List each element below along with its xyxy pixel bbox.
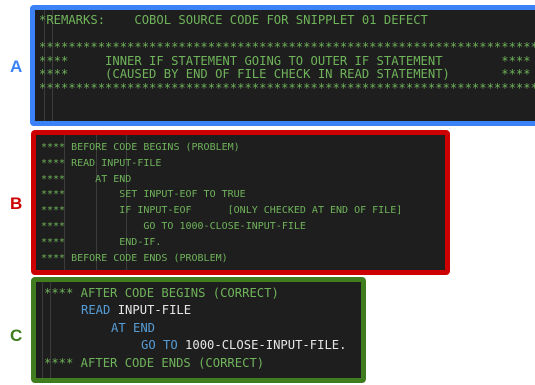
code-line: **** BEFORE CODE BEGINS (PROBLEM) xyxy=(41,142,240,153)
code-line: **** INNER IF STATEMENT GOING TO OUTER I… xyxy=(39,53,531,68)
panel-label-a: A xyxy=(10,57,23,76)
code-line: AT END xyxy=(111,320,156,335)
code-panel-a: *REMARKS: COBOL SOURCE CODE FOR SNIPPLET… xyxy=(35,10,535,121)
code-line: **** AFTER CODE ENDS (CORRECT) xyxy=(44,355,265,370)
panel-label-c: C xyxy=(10,326,23,345)
code-line: GO TO 1000-CLOSE-INPUT-FILE. xyxy=(40,337,361,354)
code-line: **** GO TO 1000-CLOSE-INPUT-FILE xyxy=(41,220,306,232)
code-line: **** SET INPUT-EOF TO TRUE xyxy=(41,189,246,201)
code-line: **** AFTER CODE BEGINS (CORRECT) xyxy=(44,286,279,300)
code-panel-b: **** BEFORE CODE BEGINS (PROBLEM) **** R… xyxy=(36,135,445,270)
code-line: *REMARKS: COBOL SOURCE CODE FOR SNIPPLET… xyxy=(39,13,428,27)
code-line: **** IF INPUT-EOF [ONLY CHECKED AT END O… xyxy=(41,205,403,217)
read-target: INPUT-FILE xyxy=(117,303,192,318)
code-line: READ INPUT-FILE xyxy=(40,302,361,319)
code-line: **** READ INPUT-FILE xyxy=(41,157,162,169)
code-line: ****************************************… xyxy=(39,80,535,95)
panel-label-b: B xyxy=(10,194,23,213)
code-line: **** AT END xyxy=(41,173,132,185)
goto-keyword: GO TO xyxy=(141,338,178,353)
read-keyword: READ xyxy=(81,303,111,318)
code-line: **** BEFORE CODE ENDS (PROBLEM) xyxy=(41,252,228,264)
code-panel-c: **** AFTER CODE BEGINS (CORRECT) READ IN… xyxy=(36,282,361,378)
code-line: **** (CAUSED BY END OF FILE CHECK IN REA… xyxy=(39,67,531,82)
code-line: ****************************************… xyxy=(39,40,535,55)
code-line: **** END-IF. xyxy=(41,236,162,248)
goto-target: 1000-CLOSE-INPUT-FILE. xyxy=(185,338,347,353)
